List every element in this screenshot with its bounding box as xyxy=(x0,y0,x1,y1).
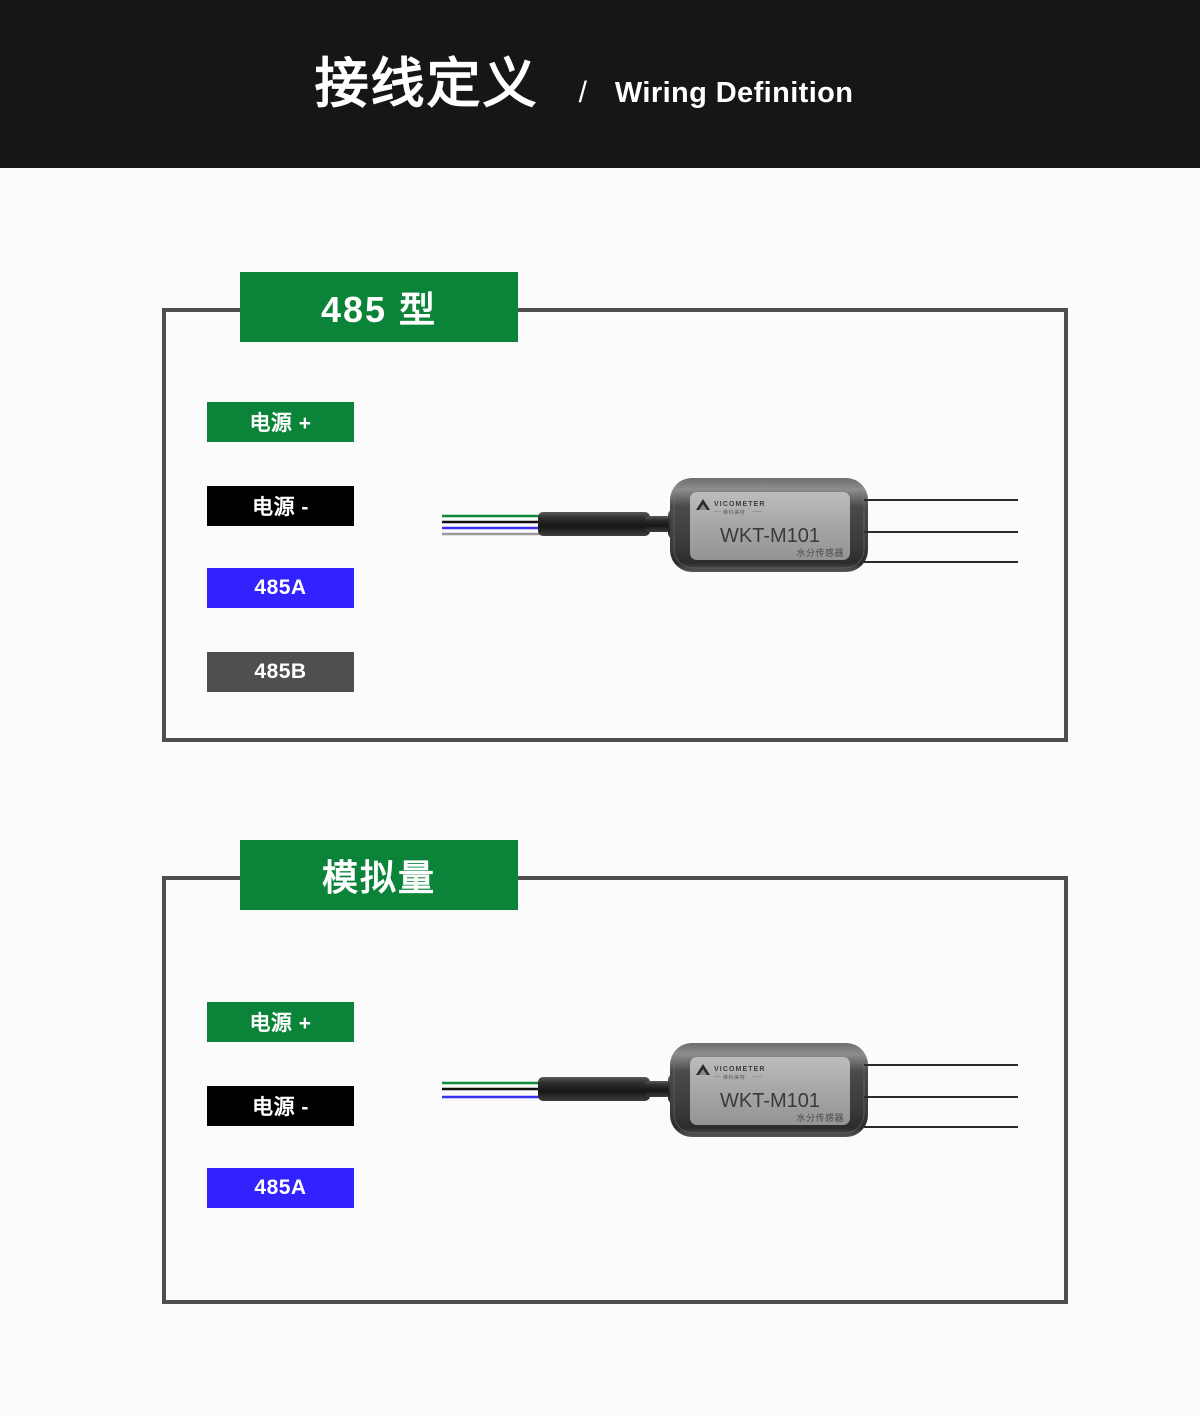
page-title-chinese: 接线定义 xyxy=(314,54,539,114)
sensor-diagram-rs485: VICOMETER 维科美特 WKT-M101 水分传感器 xyxy=(442,478,1018,572)
tag-485a-analog: 485A xyxy=(207,1168,354,1208)
tag-power-negative-rs485: 电源 - xyxy=(207,486,354,526)
sensor-diagram-analog: VICOMETER 维科美特 WKT-M101 水分传感器 xyxy=(442,1043,1018,1137)
title-separator: / xyxy=(578,76,587,109)
tag-power-negative-analog: 电源 - xyxy=(207,1086,354,1126)
svg-text:VICOMETER: VICOMETER xyxy=(714,501,766,508)
svg-text:WKT-M101: WKT-M101 xyxy=(720,525,820,547)
panel-badge-rs485: 485 型 xyxy=(240,272,518,342)
page-header: 接线定义 / Wiring Definition xyxy=(0,0,1200,168)
svg-text:WKT-M101: WKT-M101 xyxy=(720,1090,820,1112)
tag-485a-rs485: 485A xyxy=(207,568,354,608)
sensor-assembly-rs485: VICOMETER 维科美特 WKT-M101 水分传感器 xyxy=(440,470,1020,600)
svg-text:维科美特: 维科美特 xyxy=(723,509,745,516)
svg-text:VICOMETER: VICOMETER xyxy=(714,1066,766,1073)
tag-power-positive-analog: 电源 + xyxy=(207,1002,354,1042)
tag-power-positive-rs485: 电源 + xyxy=(207,402,354,442)
sensor-assembly-analog: VICOMETER 维科美特 WKT-M101 水分传感器 xyxy=(440,1035,1020,1165)
svg-text:维科美特: 维科美特 xyxy=(723,1074,745,1081)
panel-badge-analog: 模拟量 xyxy=(240,840,518,910)
header-title-group: 接线定义 / Wiring Definition xyxy=(315,57,854,111)
svg-text:水分传感器: 水分传感器 xyxy=(796,1112,844,1124)
page-title-english: Wiring Definition xyxy=(614,77,854,109)
tag-485b-rs485: 485B xyxy=(207,652,354,692)
svg-text:水分传感器: 水分传感器 xyxy=(796,547,844,559)
